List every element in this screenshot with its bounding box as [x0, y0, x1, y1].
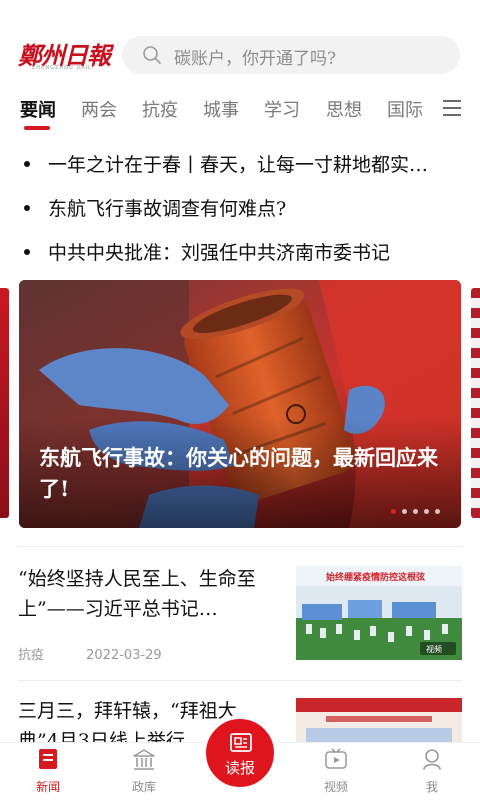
headline-text: 东航飞行事故调查有何难点?: [48, 198, 287, 220]
bullet: [24, 249, 30, 255]
video-icon: [325, 748, 347, 769]
tab-kangyi[interactable]: 抗疫: [142, 96, 178, 122]
search-icon: [143, 46, 161, 64]
read-paper-button[interactable]: 读报: [202, 715, 278, 791]
carousel-dot[interactable]: [424, 509, 429, 514]
newspaper-icon: [230, 733, 252, 752]
nav-label: 新闻: [35, 780, 60, 794]
next-slide-peek[interactable]: [471, 288, 480, 518]
article-date: 2022-03-29: [86, 648, 162, 663]
search-bar[interactable]: 碳账户，你开通了吗?: [122, 36, 460, 74]
carousel-dot[interactable]: [435, 509, 440, 514]
divider: [18, 546, 462, 547]
tab-lianghui[interactable]: 两会: [81, 96, 117, 122]
tab-guoji[interactable]: 国际: [387, 96, 423, 122]
video-badge: 视频: [426, 645, 442, 654]
bottom-navigation: 新闻 政库 读报 视频 我: [0, 715, 480, 800]
nav-profile[interactable]: 我: [402, 747, 462, 797]
tab-sixiang[interactable]: 思想: [326, 96, 362, 122]
tab-yaowen[interactable]: 要闻: [20, 96, 56, 122]
search-placeholder: 碳账户，你开通了吗?: [174, 49, 337, 69]
headline-text: 中共中央批准：刘强任中共济南市委书记: [48, 242, 391, 264]
headline-item[interactable]: 东航飞行事故调查有何难点?: [0, 188, 480, 232]
government-building-icon: [133, 749, 155, 770]
nav-zhengku[interactable]: 政库: [114, 747, 174, 797]
bullet: [24, 161, 30, 167]
nav-news[interactable]: 新闻: [18, 747, 78, 797]
thumbnail-banner-text: 始终绷紧疫情防控这根弦: [326, 573, 426, 583]
carousel-dot-active[interactable]: [391, 509, 396, 514]
news-icon: [39, 749, 57, 769]
carousel-dot[interactable]: [413, 509, 418, 514]
profile-icon: [423, 749, 441, 770]
headline-item[interactable]: 中共中央批准：刘强任中共济南市委书记: [0, 232, 480, 276]
active-tab-indicator: [24, 126, 50, 130]
carousel-slide[interactable]: 东航飞行事故：你关心的问题，最新回应来了!: [19, 280, 461, 528]
bullet: [24, 205, 30, 211]
logo-subtext: ZHENGZHOU DAILY: [32, 65, 96, 71]
article-title: “始终坚持人民至上、生命至上”——习近平总书记…: [18, 568, 256, 620]
article-thumbnail: 始终绷紧疫情防控这根弦 视频: [296, 566, 462, 660]
article-meta: 抗疫 2022-03-29: [18, 644, 200, 663]
headline-item[interactable]: 一年之计在于春丨春天，让每一寸耕地都实…: [0, 144, 480, 188]
previous-slide-peek[interactable]: [0, 288, 9, 518]
channel-tabs: 要闻 两会 抗疫 城事 学习 思想 国际: [0, 90, 480, 136]
nav-video[interactable]: 视频: [306, 747, 366, 797]
app-logo[interactable]: 鄭州日報 ZHENGZHOU DAILY: [18, 36, 111, 72]
nav-label: 我: [425, 780, 438, 794]
app-header: 鄭州日報 ZHENGZHOU DAILY 碳账户，你开通了吗?: [0, 26, 480, 86]
menu-icon[interactable]: [442, 99, 462, 117]
nav-label: 政库: [131, 780, 156, 794]
slide-caption: 东航飞行事故：你关心的问题，最新回应来了!: [39, 445, 438, 501]
article-category: 抗疫: [18, 648, 45, 663]
divider: [18, 680, 462, 681]
top-story-carousel[interactable]: 东航飞行事故：你关心的问题，最新回应来了!: [0, 280, 480, 528]
tab-chengshi[interactable]: 城事: [203, 96, 239, 122]
headline-text: 一年之计在于春丨春天，让每一寸耕地都实…: [48, 154, 429, 176]
tab-xuexi[interactable]: 学习: [264, 96, 300, 122]
carousel-dot[interactable]: [402, 509, 407, 514]
nav-label: 视频: [323, 780, 348, 794]
read-paper-label: 读报: [224, 759, 255, 777]
